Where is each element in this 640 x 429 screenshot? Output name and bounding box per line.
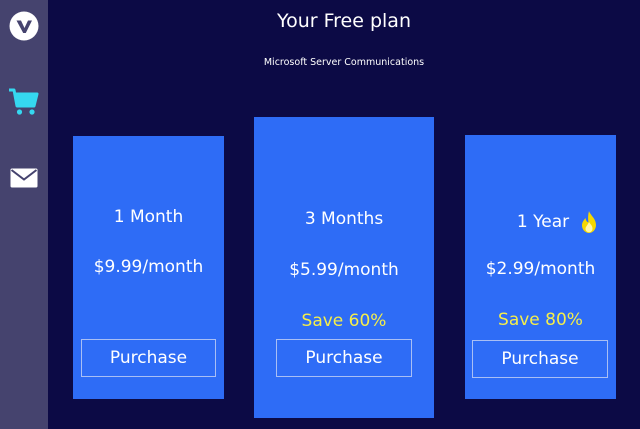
cart-icon	[9, 88, 39, 115]
purchase-button-3-months[interactable]: Purchase	[276, 339, 412, 377]
plan-savings: Save 60%	[301, 311, 387, 331]
logo-v-icon	[9, 11, 39, 41]
app-window: Your Free plan Microsoft Server Communic…	[0, 0, 640, 429]
page-subtitle: Microsoft Server Communications	[263, 57, 425, 68]
purchase-button-1-year[interactable]: Purchase	[472, 340, 608, 378]
plan-price: $9.99/month	[93, 257, 204, 277]
mail-icon	[10, 168, 38, 188]
plan-duration: 1 Month	[113, 207, 184, 227]
purchase-button-1-month[interactable]: Purchase	[81, 339, 216, 377]
plan-duration: 1 Year	[516, 212, 570, 232]
plan-price: $5.99/month	[289, 260, 399, 280]
page-title: Your Free plan	[277, 10, 411, 32]
plan-price: $2.99/month	[485, 259, 596, 279]
plan-card-1-year: 1 Year $2.99/month Save 80% Purchase	[465, 135, 616, 399]
plan-card-1-month: 1 Month $9.99/month Purchase	[73, 136, 224, 399]
sidebar-item-messages[interactable]	[0, 158, 48, 198]
plan-savings: Save 80%	[498, 310, 583, 330]
plan-card-3-months: 3 Months $5.99/month Save 60% Purchase	[254, 117, 434, 418]
sidebar-item-store[interactable]	[0, 82, 48, 122]
sidebar	[0, 0, 48, 429]
fire-icon	[582, 211, 597, 233]
sidebar-item-home[interactable]	[0, 6, 48, 46]
plan-duration: 3 Months	[304, 209, 384, 229]
plan-duration-row: 1 Year	[465, 210, 616, 234]
